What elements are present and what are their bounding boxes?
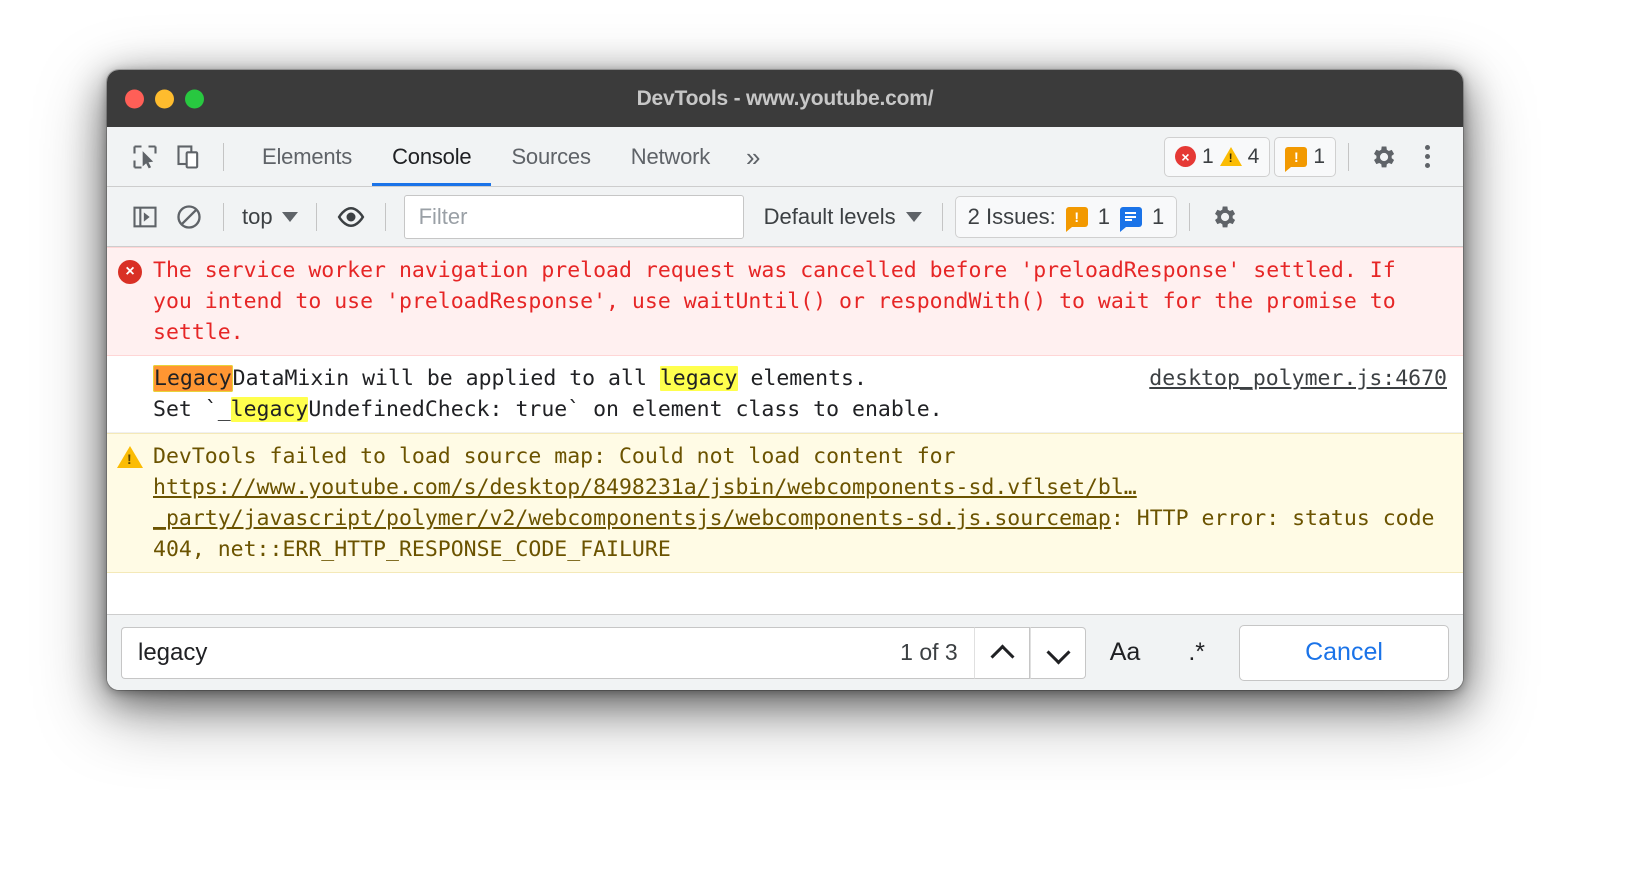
log-level-selector[interactable]: Default levels — [756, 204, 930, 230]
chevron-up-icon — [992, 647, 1012, 659]
warning-badge[interactable]: 4 — [1219, 144, 1260, 169]
issues-badge-group[interactable]: ! 1 — [1274, 136, 1336, 177]
console-toolbar: top Filter Default levels 2 Issues: ! 1 … — [107, 187, 1463, 247]
issues-warning-count: 1 — [1097, 203, 1110, 229]
warn-seg-0: DevTools failed to load source map: Coul… — [153, 444, 969, 469]
issue-info-icon-toolbar — [1119, 206, 1142, 232]
log-level-label: Default levels — [763, 203, 896, 229]
clear-console-icon[interactable] — [167, 195, 211, 239]
execution-context-selector[interactable]: top — [236, 204, 304, 230]
filter-input[interactable]: Filter — [403, 194, 744, 239]
cancel-button[interactable]: Cancel — [1239, 624, 1449, 681]
console-info-body: LegacyDataMixin will be applied to all l… — [153, 363, 1463, 425]
screen-root: DevTools - www.youtube.com/ Elements Con… — [0, 0, 1650, 878]
live-expression-eye-icon[interactable] — [329, 195, 373, 239]
chevron-down-icon-levels — [905, 211, 922, 222]
issue-exclamation-icon: ! — [1285, 146, 1308, 172]
window-titlebar: DevTools - www.youtube.com/ — [107, 70, 1463, 127]
search-prev-button[interactable] — [973, 626, 1030, 679]
gear-icon[interactable] — [1361, 135, 1405, 179]
warning-triangle-icon — [1219, 147, 1242, 166]
info-seg-1: DataMixin will be applied to all — [232, 366, 660, 391]
devtools-window: DevTools - www.youtube.com/ Elements Con… — [107, 70, 1463, 690]
tab-sources[interactable]: Sources — [491, 127, 610, 186]
search-input-value: legacy — [138, 638, 208, 666]
warning-triangle-icon-msg — [107, 441, 153, 565]
panel-tabs: Elements Console Sources Network — [242, 127, 730, 186]
chevron-down-icon-search — [1048, 647, 1068, 659]
sourcemap-url-link[interactable]: https://www.youtube.com/s/desktop/849823… — [153, 475, 1137, 531]
tab-elements[interactable]: Elements — [242, 127, 372, 186]
issue-badge-count: 1 — [1313, 144, 1325, 168]
console-message-list[interactable]: × The service worker navigation preload … — [107, 247, 1463, 614]
match-case-button[interactable]: Aa — [1086, 638, 1165, 667]
tabstrip-divider — [223, 142, 224, 171]
info-message-gutter — [107, 363, 153, 425]
kebab-menu-icon[interactable] — [1405, 135, 1449, 179]
search-match-current: Legacy — [153, 365, 233, 392]
error-badge[interactable]: × 1 — [1174, 144, 1214, 169]
issue-badge[interactable]: ! 1 — [1285, 144, 1325, 172]
console-toolbar-divider-4 — [941, 202, 943, 231]
filter-placeholder: Filter — [418, 203, 468, 229]
search-match-3: legacy — [230, 397, 309, 422]
search-next-button[interactable] — [1029, 626, 1086, 679]
close-window-button[interactable] — [125, 89, 144, 108]
regex-button[interactable]: .* — [1164, 638, 1229, 667]
chevron-down-icon — [281, 211, 298, 222]
error-warning-badge-group[interactable]: × 1 4 — [1163, 136, 1271, 177]
console-warning-text: DevTools failed to load source map: Coul… — [153, 441, 1463, 565]
warning-badge-count: 4 — [1247, 144, 1260, 168]
traffic-light-controls — [125, 89, 204, 108]
console-toolbar-divider-1 — [223, 202, 224, 231]
search-match-2: legacy — [659, 366, 738, 391]
source-location-link[interactable]: desktop_polymer.js:4670 — [1149, 363, 1447, 394]
error-circle-icon-msg: × — [107, 255, 153, 348]
console-message-warning[interactable]: DevTools failed to load source map: Coul… — [107, 433, 1463, 573]
console-sidebar-icon[interactable] — [123, 195, 167, 239]
console-info-text: LegacyDataMixin will be applied to all l… — [153, 363, 1119, 425]
window-title: DevTools - www.youtube.com/ — [636, 86, 934, 110]
minimize-window-button[interactable] — [155, 89, 174, 108]
console-toolbar-divider-2 — [315, 202, 317, 231]
console-settings-gear-icon[interactable] — [1202, 195, 1246, 239]
console-toolbar-divider-5 — [1189, 202, 1191, 231]
console-search-bar: legacy 1 of 3 Aa .* Cancel — [107, 614, 1463, 690]
tabstrip-divider-2 — [1348, 142, 1349, 171]
console-message-error[interactable]: × The service worker navigation preload … — [107, 247, 1463, 356]
tab-network[interactable]: Network — [611, 127, 730, 186]
search-input[interactable]: legacy 1 of 3 — [121, 626, 974, 679]
execution-context-label: top — [242, 203, 273, 229]
maximize-window-button[interactable] — [185, 89, 204, 108]
error-circle-icon: × — [1174, 146, 1196, 167]
console-toolbar-divider-3 — [384, 202, 386, 231]
issue-exclamation-icon-toolbar: ! — [1065, 206, 1088, 232]
search-match-count: 1 of 3 — [900, 639, 958, 665]
inspect-cursor-icon[interactable] — [123, 135, 167, 179]
tab-console[interactable]: Console — [372, 127, 492, 186]
info-seg-5: UndefinedCheck: true` on element class t… — [308, 397, 943, 422]
issues-summary-label: 2 Issues: — [967, 203, 1056, 229]
console-message-info[interactable]: LegacyDataMixin will be applied to all l… — [107, 356, 1463, 433]
devtools-tabstrip: Elements Console Sources Network » × 1 4 — [107, 127, 1463, 187]
issues-summary-button[interactable]: 2 Issues: ! 1 1 — [954, 195, 1178, 238]
error-badge-count: 1 — [1201, 144, 1214, 168]
device-toolbar-icon[interactable] — [167, 135, 211, 179]
console-error-text: The service worker navigation preload re… — [153, 258, 1409, 345]
issues-info-count: 1 — [1151, 203, 1165, 229]
more-tabs-chevron-icon[interactable]: » — [730, 144, 776, 170]
